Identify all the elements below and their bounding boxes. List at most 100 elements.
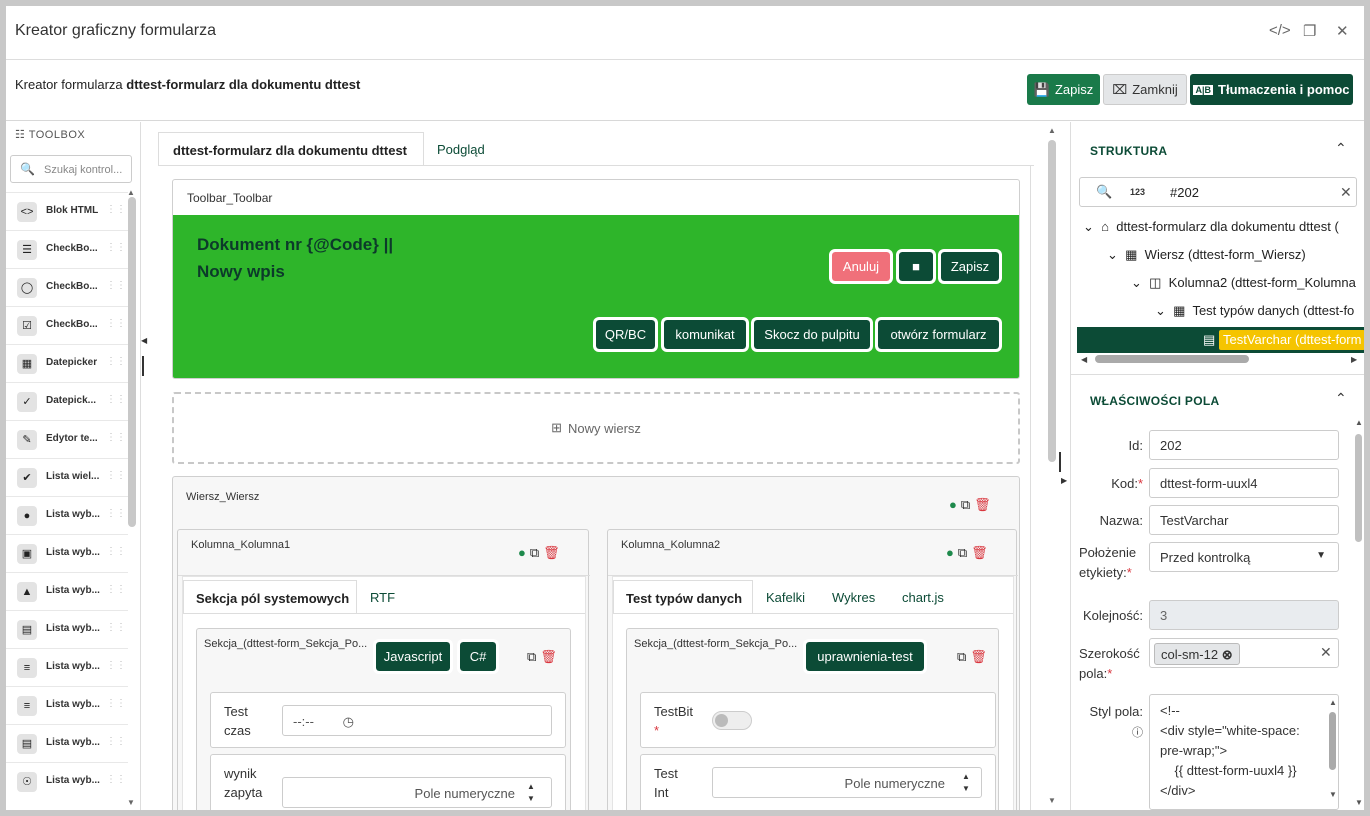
copy-icon[interactable]: ⧉ [527, 649, 540, 664]
delete-icon[interactable]: 🗑 [974, 497, 995, 512]
toolbox-item[interactable]: ▤ Lista wyb... ⋮⋮ [6, 610, 128, 648]
maximize-icon[interactable]: ❐ [1303, 22, 1316, 40]
drag-handle-icon[interactable]: ⋮⋮ [106, 204, 126, 215]
copy-icon[interactable]: ⧉ [957, 649, 970, 664]
drag-handle-icon[interactable]: ⋮⋮ [106, 242, 126, 253]
toolbox-item[interactable]: <> Blok HTML ⋮⋮ [6, 192, 128, 230]
tab-data-types[interactable]: Test typów danych [613, 580, 753, 614]
tab-designer[interactable]: dttest-formularz dla dokumentu dttest [158, 132, 424, 166]
toolbox-item[interactable]: ☉ Lista wyb... ⋮⋮ [6, 762, 128, 800]
field-card[interactable]: Test Int Pole numeryczne ▲ ▼ [640, 754, 996, 810]
drag-handle-icon[interactable]: ⋮⋮ [106, 736, 126, 747]
numeric-search-icon[interactable]: 123 [1130, 187, 1145, 197]
scroll-left-icon[interactable]: ◀ [1081, 355, 1087, 364]
scroll-down-icon[interactable]: ▼ [1355, 798, 1363, 807]
new-row-dropzone[interactable]: ⊞ Nowy wiersz [172, 392, 1020, 464]
toolbar-card[interactable]: Toolbar_Toolbar Dokument nr {@Code} || No… [172, 179, 1020, 379]
textarea-scrollbar[interactable] [1329, 712, 1336, 770]
drag-handle-icon[interactable]: ⋮⋮ [106, 698, 126, 709]
drag-handle-icon[interactable]: ⋮⋮ [106, 318, 126, 329]
tab-tiles[interactable]: Kafelki [766, 590, 805, 605]
tree-node-column[interactable]: ⌄ ◫ Kolumna2 (dttest-form_Kolumna [1131, 275, 1356, 291]
row-card[interactable]: Wiersz_Wiersz ●⧉🗑 Kolumna_Kolumna1 ●⧉🗑 S… [172, 476, 1020, 810]
spinner-icon[interactable]: ▲ ▼ [962, 771, 970, 795]
toolbox-search-input[interactable]: 🔍 Szukaj kontrol... [10, 155, 132, 183]
width-select[interactable]: col-sm-12 ⊗ ✕ [1149, 638, 1339, 668]
close-button[interactable]: ⌧ Zamknij [1103, 74, 1187, 105]
chevron-down-icon[interactable]: ⌄ [1155, 303, 1166, 318]
field-card[interactable]: Test czas --:-- ◷ [210, 692, 566, 748]
drag-handle-icon[interactable]: ⋮⋮ [106, 660, 126, 671]
clear-icon[interactable]: ✕ [1340, 184, 1352, 201]
tree-node-section[interactable]: ⌄ ▦ Test typów danych (dttest-fo [1155, 303, 1354, 319]
label-position-select[interactable]: Przed kontrolką ▼ [1149, 542, 1339, 572]
splitter-handle[interactable] [1059, 452, 1061, 472]
chevron-down-icon[interactable]: ⌄ [1107, 247, 1118, 262]
toolbar-save-button[interactable]: Zapisz [939, 250, 1001, 283]
drag-handle-icon[interactable]: ⋮⋮ [106, 470, 126, 481]
toolbox-item[interactable]: ≡ Lista wyb... ⋮⋮ [6, 686, 128, 724]
close-icon[interactable]: ✕ [1336, 22, 1349, 40]
splitter-handle[interactable] [142, 356, 144, 376]
section-card[interactable]: Sekcja_(dttest-form_Sekcja_Po... Javascr… [196, 628, 571, 810]
number-input[interactable]: Pole numeryczne [282, 777, 552, 808]
time-input[interactable]: --:-- ◷ [282, 705, 552, 736]
toolbox-item[interactable]: ▣ Lista wyb... ⋮⋮ [6, 534, 128, 572]
collapse-right-icon[interactable]: ▶ [1061, 476, 1067, 485]
scroll-up-icon[interactable]: ▲ [127, 188, 135, 197]
toolbox-item[interactable]: ✎ Edytor te... ⋮⋮ [6, 420, 128, 458]
drag-handle-icon[interactable]: ⋮⋮ [106, 394, 126, 405]
toolbox-item[interactable]: ✓ Datepick... ⋮⋮ [6, 382, 128, 420]
qr-bc-button[interactable]: QR/BC [594, 318, 657, 351]
number-input[interactable]: Pole numeryczne [712, 767, 982, 798]
column1-card[interactable]: Kolumna_Kolumna1 ●⧉🗑 Sekcja pól systemow… [177, 529, 590, 810]
copy-icon[interactable]: ⧉ [961, 497, 974, 512]
toolbox-item[interactable]: ☑ CheckBo... ⋮⋮ [6, 306, 128, 344]
drag-handle-icon[interactable]: ⋮⋮ [106, 356, 126, 367]
tab-chartjs[interactable]: chart.js [902, 590, 944, 605]
tab-chart[interactable]: Wykres [832, 590, 875, 605]
field-card[interactable]: TestBit * [640, 692, 996, 748]
chevron-down-icon[interactable]: ⌄ [1083, 219, 1094, 234]
save-button[interactable]: 💾 Zapisz [1027, 74, 1100, 105]
scroll-up-icon[interactable]: ▲ [1329, 698, 1337, 707]
add-icon[interactable]: ● [518, 545, 530, 560]
toggle-switch[interactable] [712, 711, 752, 730]
code-icon[interactable]: </> [1269, 22, 1291, 39]
open-form-button[interactable]: otwórz formularz [876, 318, 1001, 351]
message-button[interactable]: komunikat [662, 318, 748, 351]
toolbox-item[interactable]: ▦ Datepicker ⋮⋮ [6, 344, 128, 382]
drag-handle-icon[interactable]: ⋮⋮ [106, 280, 126, 291]
copy-icon[interactable]: ⧉ [530, 545, 543, 560]
cancel-button[interactable]: Anuluj [830, 250, 892, 283]
drag-handle-icon[interactable]: ⋮⋮ [106, 622, 126, 633]
toolbox-item[interactable]: ◯ CheckBo... ⋮⋮ [6, 268, 128, 306]
add-icon[interactable]: ● [946, 545, 958, 560]
drag-handle-icon[interactable]: ⋮⋮ [106, 774, 126, 785]
toolbox-item[interactable]: ▲ Lista wyb... ⋮⋮ [6, 572, 128, 610]
delete-icon[interactable]: 🗑 [543, 545, 564, 560]
scroll-down-icon[interactable]: ▼ [127, 798, 135, 807]
info-icon[interactable]: ⓘ [1132, 727, 1143, 739]
tab-preview[interactable]: Podgląd [437, 142, 485, 157]
translations-button[interactable]: A|B Tłumaczenia i pomoc [1190, 74, 1353, 105]
column2-card[interactable]: Kolumna_Kolumna2 ●⧉🗑 Test typów danych K… [607, 529, 1018, 810]
tab-system-fields[interactable]: Sekcja pól systemowych [183, 580, 357, 614]
tree-hscrollbar[interactable] [1095, 355, 1249, 363]
chevron-down-icon[interactable]: ⌄ [1131, 275, 1142, 290]
scroll-up-icon[interactable]: ▲ [1355, 418, 1363, 427]
clock-icon[interactable]: ◷ [343, 714, 354, 729]
scroll-up-icon[interactable]: ▲ [1048, 126, 1056, 135]
toolbox-item[interactable]: ≡ Lista wyb... ⋮⋮ [6, 648, 128, 686]
field-card[interactable]: wynik zapyta Pole numeryczne ▲ ▼ [210, 754, 566, 810]
canvas-scrollbar[interactable] [1048, 140, 1056, 462]
clear-icon[interactable]: ✕ [1320, 644, 1332, 661]
remove-tag-icon[interactable]: ⊗ [1222, 647, 1233, 662]
name-input[interactable]: TestVarchar [1149, 505, 1339, 535]
toolbox-scrollbar[interactable] [128, 197, 136, 527]
drag-handle-icon[interactable]: ⋮⋮ [106, 432, 126, 443]
properties-scrollbar[interactable] [1355, 434, 1362, 542]
toolbox-item[interactable]: ● Lista wyb... ⋮⋮ [6, 496, 128, 534]
order-input[interactable]: 3 [1149, 600, 1339, 630]
spinner-icon[interactable]: ▲ ▼ [527, 781, 535, 805]
